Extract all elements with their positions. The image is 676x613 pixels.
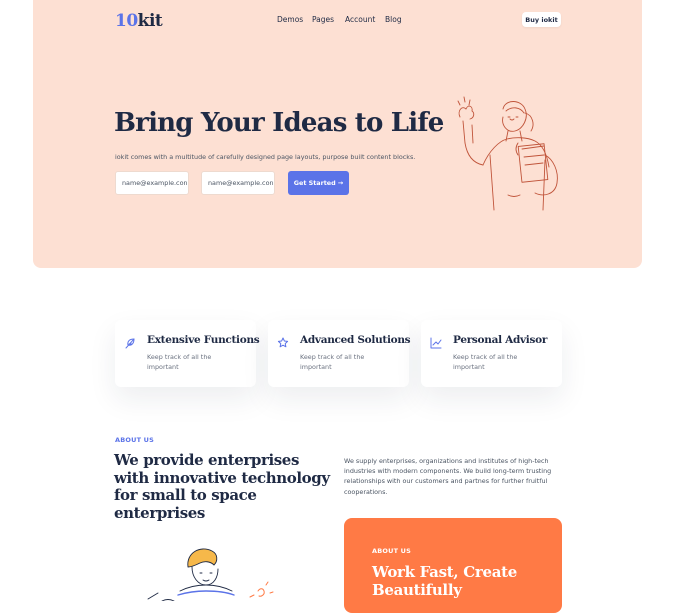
get-started-button[interactable]: Get Started → [288,171,349,195]
email-field-2[interactable]: name@example.con [201,171,275,195]
hero-title: Bring Your Ideas to Life [114,108,444,138]
chart-line-icon [430,337,442,349]
feature-description: Keep track of all the important [300,353,365,371]
buy-button[interactable]: Buy iokit [522,12,561,27]
logo[interactable]: 10kit [115,11,163,31]
hero-subtitle: iokit comes with a multitude of carefull… [115,153,416,161]
promo-title: Work Fast, Create Beautifully [372,563,517,599]
promo-label: ABOUT US [372,547,412,555]
nav-item-demos[interactable]: Demos [277,15,303,24]
nav-item-account[interactable]: Account [345,15,375,24]
feather-icon [125,338,135,349]
feature-title: Advanced Solutions [300,334,411,346]
nav-item-pages[interactable]: Pages [312,15,334,24]
nav-item-blog[interactable]: Blog [385,15,402,24]
star-icon [277,337,289,348]
feature-title: Extensive Functions [147,334,260,346]
feature-card-advanced-solutions[interactable]: Advanced Solutions Keep track of all the… [268,320,411,387]
man-illustration [147,548,274,601]
feature-card-extensive-functions[interactable]: Extensive Functions Keep track of all th… [115,320,260,387]
promo-card: ABOUT US Work Fast, Create Beautifully [344,518,562,613]
feature-description: Keep track of all the important [453,353,518,371]
feature-description: Keep track of all the important [147,353,212,371]
feature-card-personal-advisor[interactable]: Personal Advisor Keep track of all the i… [421,320,562,387]
about-description: We supply enterprises, organizations and… [344,457,552,496]
about-title: We provide enterprises with innovative t… [114,451,330,522]
section-label: ABOUT US [115,436,155,444]
woman-with-book-illustration [457,96,558,211]
feature-title: Personal Advisor [453,334,548,346]
email-field-1[interactable]: name@example.con [115,171,189,195]
